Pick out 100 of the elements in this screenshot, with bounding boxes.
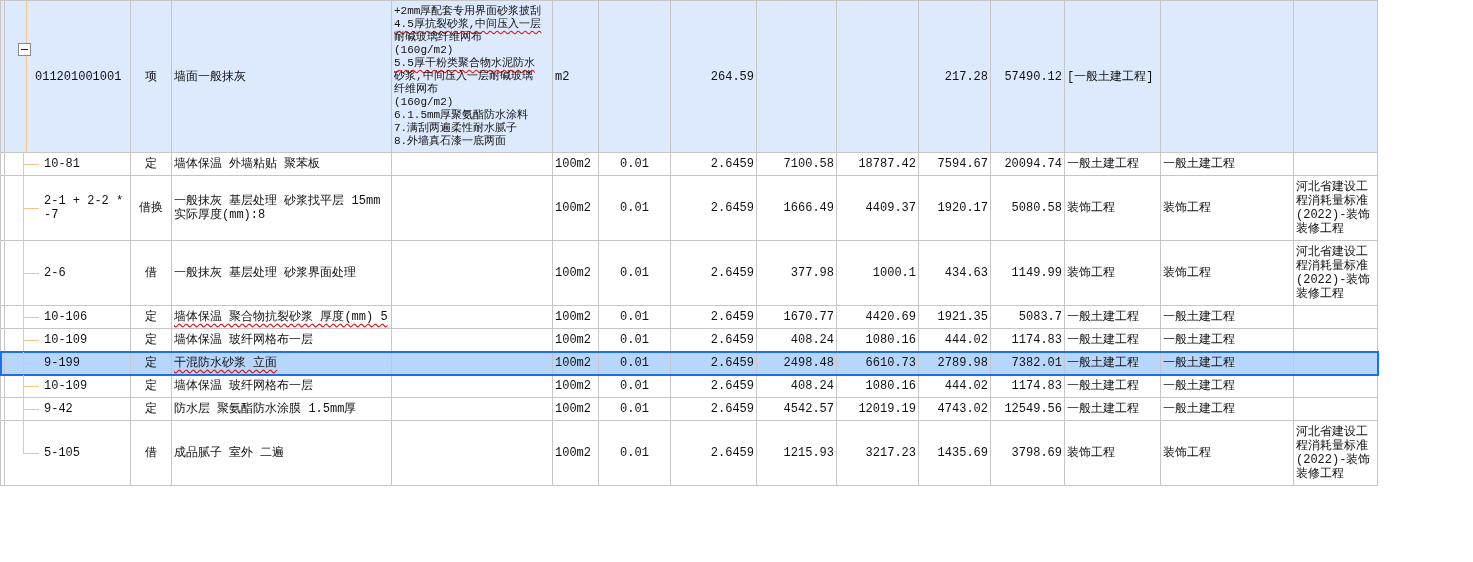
category-text: 装饰工程	[1067, 446, 1115, 460]
value-text: 217.28	[944, 69, 988, 84]
collapse-toggle[interactable]	[18, 43, 31, 56]
value-text: 1174.83	[1011, 379, 1062, 393]
description-line: 5.5厚干粉类聚合物水泥防水	[394, 57, 535, 70]
code-text: 5-105	[44, 446, 80, 460]
value-text: 4420.69	[865, 310, 916, 324]
value-text: 7594.67	[937, 157, 988, 171]
type-text: 借	[145, 446, 157, 460]
table-row[interactable]: 10-81 定 墙体保温 外墙粘贴 聚苯板 100m2 0.01 2.6459 7100.58 18787.42 7594.67 20094.74 一般土建工程 一般土建工程	[0, 152, 1378, 176]
category-text: 一般土建工程	[1067, 356, 1139, 370]
table-row[interactable]: 9-42 定 防水层 聚氨酯防水涂膜 1.5mm厚 100m2 0.01 2.6459 4542.57 12019.19 4743.02 12549.56 一般土建工程 一般土建工程	[0, 397, 1378, 421]
code-text: 10-109	[44, 333, 88, 347]
category-text: 一般土建工程	[1163, 356, 1235, 370]
value-text: 2789.98	[937, 356, 988, 370]
value-text: 1174.83	[1011, 333, 1062, 347]
description-line: (160g/m2)	[394, 96, 454, 109]
category-text: [一般土建工程]	[1067, 69, 1154, 84]
value-text: 2.6459	[710, 379, 754, 393]
description-line: 8.外墙真石漆一底两面	[394, 135, 507, 148]
table-row[interactable]: 9-199 定 干混防水砂浆 立面 100m2 0.01 2.6459 2498.48 6610.73 2789.98 7382.01 一般土建工程 一般土建工程	[0, 351, 1378, 375]
code-text: 10-81	[44, 157, 80, 171]
item-name: 干混防水砂浆 立面	[174, 356, 278, 370]
value-text: 2.6459	[710, 333, 754, 347]
value-text: 5080.58	[1011, 201, 1062, 215]
description-line: 4.5厚抗裂砂浆,中间压入一层	[394, 18, 542, 31]
value-text: 444.02	[944, 333, 988, 347]
table-row[interactable]: 5-105 借 成品腻子 室外 二遍 100m2 0.01 2.6459 1215.93 3217.23 1435.69 3798.69 装饰工程 装饰工程 河北省建设工程消耗量标准(2022)-装饰装修工程	[0, 420, 1378, 486]
code-text: 9-42	[44, 402, 73, 416]
category-text: 一般土建工程	[1163, 402, 1235, 416]
value-text: 1435.69	[937, 446, 988, 460]
unit-text: 100m2	[555, 333, 591, 347]
value-text: 20094.74	[1004, 157, 1062, 171]
type-text: 借	[145, 266, 157, 280]
value-text: 6610.73	[865, 356, 916, 370]
value-text: 0.01	[620, 379, 649, 393]
item-name: 墙体保温 外墙粘贴 聚苯板	[174, 157, 321, 171]
value-text: 4743.02	[937, 402, 988, 416]
type-text: 定	[145, 310, 157, 324]
value-text: 1000.1	[872, 266, 916, 280]
unit-text: 100m2	[555, 446, 591, 460]
category-text: 一般土建工程	[1067, 402, 1139, 416]
value-text: 0.01	[620, 333, 649, 347]
value-text: 2.6459	[710, 157, 754, 171]
unit-text: 100m2	[555, 157, 591, 171]
item-name: 一般抹灰 基层处理 砂浆找平层 15mm 实际厚度(mm):8	[174, 194, 381, 222]
category-text: 一般土建工程	[1067, 333, 1139, 347]
value-text: 444.02	[944, 379, 988, 393]
description-line: 耐碱玻璃纤维网布	[394, 31, 482, 44]
value-text: 1215.93	[783, 446, 834, 460]
value-text: 0.01	[620, 446, 649, 460]
value-text: 0.01	[620, 157, 649, 171]
item-name: 墙体保温 聚合物抗裂砂浆 厚度(mm) 5	[174, 310, 388, 324]
description-line: 纤维网布	[394, 83, 438, 96]
unit-text: 100m2	[555, 402, 591, 416]
value-text: 7100.58	[783, 157, 834, 171]
table-row[interactable]: 2-6 借 一般抹灰 基层处理 砂浆界面处理 100m2 0.01 2.6459 377.98 1000.1 434.63 1149.99 装饰工程 装饰工程 河北省建设工程消耗量标准(2022)-装饰装修工程	[0, 240, 1378, 306]
table-row[interactable]: 10-106 定 墙体保温 聚合物抗裂砂浆 厚度(mm) 5 100m2 0.01 2.6459 1670.77 4420.69 1921.35 5083.7 一般土建工程 一般土建工程	[0, 305, 1378, 329]
value-text: 18787.42	[858, 157, 916, 171]
value-text: 12549.56	[1004, 402, 1062, 416]
description-line: 6.1.5mm厚聚氨酯防水涂料	[394, 109, 529, 122]
table-row[interactable]: 10-109 定 墙体保温 玻纤网格布一层 100m2 0.01 2.6459 408.24 1080.16 444.02 1174.83 一般土建工程 一般土建工程	[0, 328, 1378, 352]
category-text: 装饰工程	[1163, 201, 1211, 215]
category-text: 一般土建工程	[1163, 379, 1235, 393]
value-text: 2.6459	[710, 356, 754, 370]
type-text: 定	[145, 402, 157, 416]
type-text: 借换	[139, 201, 163, 215]
unit-text: 100m2	[555, 379, 591, 393]
category-text: 一般土建工程	[1163, 333, 1235, 347]
value-text: 2498.48	[783, 356, 834, 370]
unit-text: 100m2	[555, 310, 591, 324]
item-name: 一般抹灰 基层处理 砂浆界面处理	[174, 266, 357, 280]
category-text: 一般土建工程	[1067, 157, 1139, 171]
type-text: 定	[145, 157, 157, 171]
type-text: 定	[145, 333, 157, 347]
category-text: 装饰工程	[1163, 266, 1211, 280]
type-text: 定	[145, 356, 157, 370]
unit-text: 100m2	[555, 201, 591, 215]
code-text: 011201001001	[35, 69, 122, 84]
value-text: 1666.49	[783, 201, 834, 215]
value-text: 0.01	[620, 402, 649, 416]
standard-text: 河北省建设工程消耗量标准(2022)-装饰装修工程	[1296, 425, 1371, 481]
value-text: 1921.35	[937, 310, 988, 324]
value-text: 3798.69	[1011, 446, 1062, 460]
item-name: 墙面一般抹灰	[174, 69, 246, 84]
table-row[interactable]: 011201001001 项 墙面一般抹灰 +2mm厚配套专用界面砂浆披刮 4.5厚抗裂砂浆,中间压入一层 耐碱玻璃纤维网布 (160g/m2) 5.5厚干粉类聚合物水泥防水 砂浆,中间压入一层耐碱玻璃 纤维网布 (160g/m2) 6.1.5mm厚聚氨酯防水涂料 7.满刮两遍柔性耐水腻子 8.外墙真石漆一底两面 m2 264.59 217.28 57490.12 [一般土建工程]	[0, 0, 1378, 153]
value-text: 1080.16	[865, 333, 916, 347]
category-text: 一般土建工程	[1163, 157, 1235, 171]
description-line: (160g/m2)	[394, 44, 454, 57]
type-text: 项	[145, 69, 157, 84]
type-text: 定	[145, 379, 157, 393]
value-text: 4542.57	[783, 402, 834, 416]
value-text: 1149.99	[1011, 266, 1062, 280]
table-row[interactable]: 10-109 定 墙体保温 玻纤网格布一层 100m2 0.01 2.6459 408.24 1080.16 444.02 1174.83 一般土建工程 一般土建工程	[0, 374, 1378, 398]
unit-text: 100m2	[555, 356, 591, 370]
item-name: 墙体保温 玻纤网格布一层	[174, 379, 314, 393]
unit-text: 100m2	[555, 266, 591, 280]
value-text: 264.59	[710, 69, 754, 84]
value-text: 408.24	[790, 333, 834, 347]
category-text: 装饰工程	[1067, 201, 1115, 215]
